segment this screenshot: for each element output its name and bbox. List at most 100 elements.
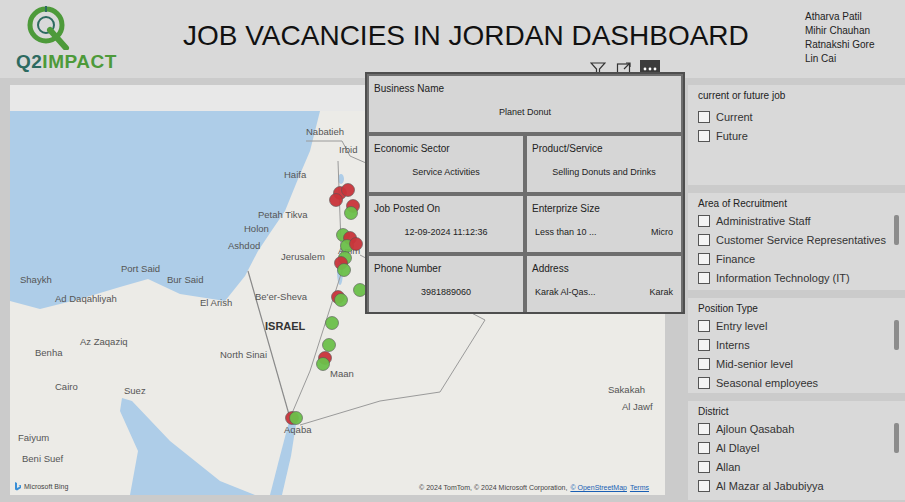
checkbox[interactable] — [698, 339, 710, 351]
scrollbar-thumb[interactable] — [894, 320, 899, 350]
slicer-panel: current or future job Current Future — [688, 85, 905, 185]
map-pin[interactable] — [290, 412, 303, 425]
card-label: Phone Number — [374, 262, 518, 275]
map-pin[interactable] — [335, 294, 348, 307]
card-value: Planet Donut — [499, 107, 551, 117]
attribution-link[interactable]: Terms — [630, 484, 649, 491]
card-value: Karak — [649, 287, 673, 297]
slicer-item[interactable]: Al Mazar al Jabubiyya — [698, 476, 887, 495]
slicer-panel: Position Type Entry level InternsMid-senio… — [688, 298, 905, 393]
map-label: Irbid — [339, 144, 357, 155]
card-value: Selling Donuts and Drinks — [552, 167, 656, 177]
map-label: Az Zaqaziq — [80, 336, 128, 347]
logo-q2: Q2 — [16, 51, 42, 72]
slicer-item[interactable]: Administrative Staff — [698, 211, 887, 230]
checkbox[interactable] — [698, 423, 710, 435]
attribution-text: © 2024 TomTom, © 2024 Microsoft Corporat… — [419, 484, 567, 491]
bing-icon — [14, 482, 22, 491]
card-label: Enterprize Size — [532, 202, 676, 215]
slicer-item-label: Information Technology (IT) — [716, 272, 850, 284]
map-label: Jerusalem — [281, 251, 325, 262]
map-label: Faiyum — [18, 432, 49, 443]
map-pin[interactable] — [326, 317, 339, 330]
card-label: Job Posted On — [374, 202, 518, 215]
checkbox[interactable] — [698, 461, 710, 473]
slicer-item[interactable]: Al Dlayel — [698, 438, 887, 457]
checkbox[interactable] — [698, 215, 710, 227]
map-pin[interactable] — [330, 194, 343, 207]
map-pin[interactable] — [338, 264, 351, 277]
slicer-panel: DistrictAjloun QasabahAl DlayelAllanAl M… — [688, 401, 905, 500]
scrollbar-thumb[interactable] — [894, 423, 899, 453]
card-label: Address — [532, 262, 676, 275]
checkbox[interactable] — [698, 130, 710, 142]
logo: Q2IMPACT — [0, 0, 165, 78]
bing-logo: Microsoft Bing — [14, 482, 68, 491]
detail-card: Product/Service Selling Donuts and Drinks — [527, 136, 681, 192]
q-logo-icon — [16, 4, 76, 50]
scrollbar-thumb[interactable] — [894, 215, 899, 245]
detail-card: Address Karak Al-Qas... Karak — [527, 256, 681, 312]
slicer-item-label: Seasonal employees — [716, 377, 818, 389]
header: Q2IMPACT JOB VACANCIES IN JORDAN DASHBOA… — [0, 0, 905, 78]
card-value: Karak Al-Qas... — [535, 287, 596, 297]
checkbox[interactable] — [698, 272, 710, 284]
checkbox[interactable] — [698, 253, 710, 265]
map-pin[interactable] — [323, 339, 336, 352]
slicer-item[interactable]: Customer Service Representatives — [698, 230, 887, 249]
map-label: North Sinai — [220, 349, 267, 360]
detail-card: Phone Number 3981889060 — [369, 256, 523, 312]
slicer-title: current or future job — [698, 89, 887, 103]
team-member: Ratnakshi Gore — [805, 38, 901, 52]
slicer-item[interactable]: Information Technology (IT) — [698, 268, 887, 287]
card-value: 3981889060 — [421, 287, 471, 297]
checkbox[interactable] — [698, 320, 710, 332]
slicer-title: Position Type — [698, 302, 887, 316]
map-label: Ashdod — [228, 240, 260, 251]
slicer-item-label: Entry level — [716, 320, 767, 332]
map-label: Bur Said — [167, 274, 203, 285]
map-label: Ad Daqahliyah — [55, 293, 117, 304]
slicer-item[interactable]: Ajloun Qasabah — [698, 419, 887, 438]
card-value: 12-09-2024 11:12:36 — [405, 227, 488, 237]
slicer-item[interactable]: Seasonal employees — [698, 373, 887, 392]
slicer-item-label: Al Mazar al Jabubiyya — [716, 480, 824, 492]
map-pin[interactable] — [350, 238, 363, 251]
checkbox[interactable] — [698, 358, 710, 370]
slicer-item-label: Finance — [716, 253, 755, 265]
slicer-item-label: Current — [716, 111, 753, 123]
slicer-item[interactable]: Future — [698, 126, 887, 145]
slicer-column: current or future job Current Future Area o… — [688, 85, 905, 502]
map-label: Be'er-Sheva — [255, 291, 308, 302]
slicer-title: Area of Recruitment — [698, 197, 887, 211]
map-pin[interactable] — [345, 207, 358, 220]
card-value: Micro — [651, 227, 673, 237]
card-values: Less than 10 ...Micro — [532, 215, 676, 248]
slicer-item[interactable]: Interns — [698, 335, 887, 354]
slicer-item-label: Administrative Staff — [716, 215, 811, 227]
checkbox[interactable] — [698, 442, 710, 454]
slicer-item[interactable]: Mid-senior level — [698, 354, 887, 373]
map-attribution: © 2024 TomTom, © 2024 Microsoft Corporat… — [419, 484, 649, 491]
checkbox[interactable] — [698, 480, 710, 492]
slicer-item-label: Customer Service Representatives — [716, 234, 886, 246]
card-label: Product/Service — [532, 142, 676, 155]
slicer-item[interactable]: Current — [698, 107, 887, 126]
checkbox[interactable] — [698, 111, 710, 123]
map-label: Maan — [330, 368, 354, 379]
checkbox[interactable] — [698, 377, 710, 389]
slicer-item[interactable]: Finance — [698, 249, 887, 268]
slicer-spacer — [698, 103, 887, 107]
slicer-item-label: Ajloun Qasabah — [716, 423, 794, 435]
map-pin[interactable] — [342, 184, 355, 197]
slicer-item[interactable]: Allan — [698, 457, 887, 476]
card-values: 12-09-2024 11:12:36 — [374, 215, 518, 248]
card-values: Planet Donut — [374, 95, 676, 128]
attribution-link[interactable]: © OpenStreetMap — [570, 484, 627, 491]
slicer-item[interactable]: Entry level — [698, 316, 887, 335]
map-label: Shaykh — [20, 274, 52, 285]
card-label: Economic Sector — [374, 142, 518, 155]
map-pin[interactable] — [317, 358, 330, 371]
checkbox[interactable] — [698, 234, 710, 246]
map-label: Benha — [35, 347, 63, 358]
